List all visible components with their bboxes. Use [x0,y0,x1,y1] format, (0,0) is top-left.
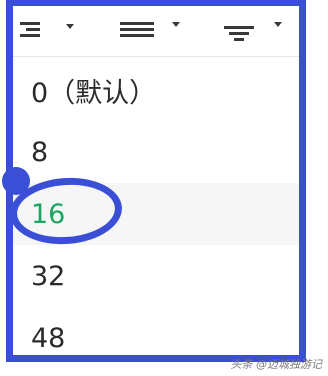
toolbar [0,0,328,48]
screenshot-stage: 0（默认） 8 16 32 48 头条 @迈城独游记 [0,0,328,376]
menu-item-8[interactable]: 8 [13,121,299,183]
filter-list-icon [224,22,282,41]
menu-item-16-selected[interactable]: 16 [13,183,299,245]
watermark: 头条 @迈城独游记 [230,358,323,371]
menu-item-0-default[interactable]: 0（默认） [13,59,299,121]
spacing-dropdown-menu: 0（默认） 8 16 32 48 [13,56,299,357]
align-justify-icon [120,22,180,37]
menu-item-32[interactable]: 32 [13,245,299,307]
align-justify-button[interactable] [116,16,188,44]
line-spacing-button[interactable] [10,16,82,44]
filter-list-button[interactable] [220,16,292,44]
line-spacing-icon [20,22,74,37]
